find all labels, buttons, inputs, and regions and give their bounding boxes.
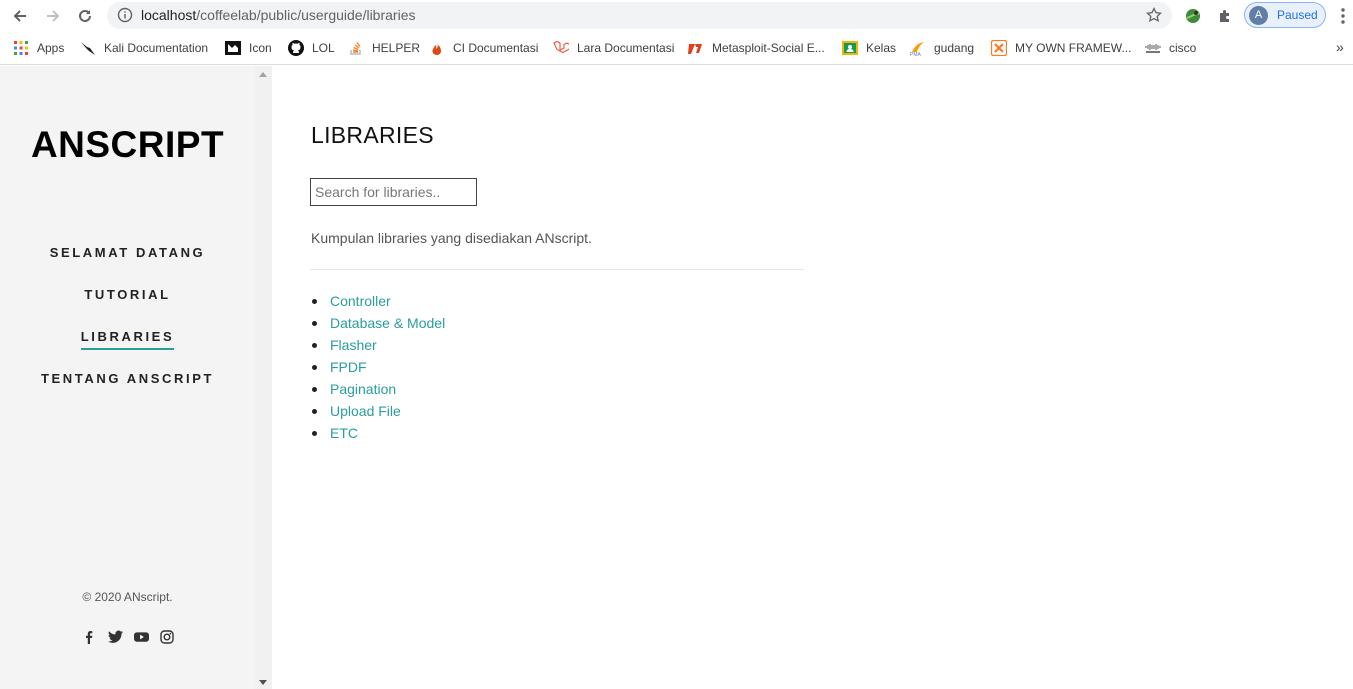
- bookmark-label: HELPER: [372, 41, 421, 55]
- bookmark-cisco[interactable]: cisco: [1145, 38, 1196, 58]
- nav-tutorial[interactable]: TUTORIAL: [0, 286, 255, 328]
- scroll-up-arrow-icon[interactable]: [259, 72, 267, 77]
- browser-menu-icon[interactable]: [1334, 6, 1352, 26]
- apps-grid-icon: [13, 40, 29, 56]
- extensions-puzzle-icon[interactable]: [1215, 6, 1235, 26]
- vpn-extension-icon[interactable]: [1183, 6, 1203, 26]
- library-link-database-model[interactable]: Database & Model: [330, 315, 445, 331]
- library-link-etc[interactable]: ETC: [330, 425, 358, 441]
- bookmark-lol[interactable]: LOL: [288, 38, 335, 58]
- avatar: A: [1249, 6, 1268, 25]
- url-host: localhost: [141, 7, 197, 23]
- bookmark-kelas[interactable]: Kelas: [842, 38, 896, 58]
- list-item: FPDF: [311, 358, 445, 380]
- nav-label: TUTORIAL: [84, 287, 171, 302]
- bookmark-kali-documentation[interactable]: Kali Documentation: [80, 38, 208, 58]
- page-title: LIBRARIES: [311, 122, 434, 148]
- list-item: Pagination: [311, 380, 445, 402]
- forward-button[interactable]: [41, 4, 65, 28]
- reload-icon: [79, 9, 91, 22]
- bookmark-label: Lara Documentasi: [577, 41, 675, 55]
- bookmark-label: gudang: [934, 41, 975, 55]
- back-arrow-icon: [13, 10, 26, 22]
- svg-text:PMA: PMA: [910, 52, 922, 56]
- nav-label: LIBRARIES: [80, 328, 175, 350]
- icon-site-icon: [225, 40, 241, 56]
- bookmark-apps[interactable]: Apps: [13, 38, 64, 58]
- library-link-flasher[interactable]: Flasher: [330, 337, 377, 353]
- bookmark-lara-documentasi[interactable]: Lara Documentasi: [553, 38, 674, 58]
- url-text: localhost/coffeelab/public/userguide/lib…: [141, 7, 415, 23]
- bookmark-ci-documentasi[interactable]: CI Documentasi: [429, 38, 538, 58]
- metasploit-icon: [688, 40, 704, 56]
- bookmark-label: MY OWN FRAMEW...: [1015, 41, 1132, 55]
- bookmark-gudang[interactable]: PMA gudang: [910, 38, 974, 58]
- sidebar-nav: SELAMAT DATANG TUTORIAL LIBRARIES TENTAN…: [0, 244, 255, 412]
- list-item: Database & Model: [311, 314, 445, 336]
- web-page: ANSCRIPT SELAMAT DATANG TUTORIAL LIBRARI…: [0, 66, 1353, 689]
- bookmark-label: CI Documentasi: [453, 41, 539, 55]
- bookmark-label: Kelas: [866, 41, 897, 55]
- divider: [310, 269, 804, 270]
- bookmark-icon[interactable]: Icon: [225, 38, 272, 58]
- bookmark-my-own-framew[interactable]: MY OWN FRAMEW...: [991, 38, 1131, 58]
- main-content: LIBRARIES Kumpulan libraries yang disedi…: [272, 66, 1353, 689]
- sidebar-scrollbar[interactable]: [255, 66, 272, 689]
- sidebar: ANSCRIPT SELAMAT DATANG TUTORIAL LIBRARI…: [0, 66, 255, 689]
- github-icon: [288, 40, 304, 56]
- reload-button[interactable]: [73, 4, 97, 28]
- browser-toolbar: localhost/coffeelab/public/userguide/lib…: [0, 0, 1353, 32]
- intro-text: Kumpulan libraries yang disediakan ANscr…: [311, 230, 592, 246]
- nav-libraries[interactable]: LIBRARIES: [0, 328, 255, 370]
- bookmark-metasploit-social-e[interactable]: Metasploit-Social E...: [688, 38, 825, 58]
- library-link-pagination[interactable]: Pagination: [330, 381, 396, 397]
- cisco-icon: [1145, 40, 1161, 56]
- social-links: [81, 629, 175, 645]
- bookmark-label: Icon: [249, 41, 272, 55]
- bookmarks-overflow-icon[interactable]: »: [1336, 39, 1344, 55]
- libraries-list: Controller Database & Model Flasher FPDF…: [311, 292, 445, 446]
- bookmark-helper[interactable]: HELPER: [348, 38, 420, 58]
- facebook-icon[interactable]: [81, 629, 97, 645]
- library-link-fpdf[interactable]: FPDF: [330, 359, 367, 375]
- bookmark-label: Kali Documentation: [104, 41, 209, 55]
- list-item: Flasher: [311, 336, 445, 358]
- phpmyadmin-icon: PMA: [910, 40, 926, 56]
- laravel-icon: [553, 40, 569, 56]
- copyright-text: © 2020 ANscript.: [82, 590, 173, 604]
- bookmark-label: LOL: [312, 41, 335, 55]
- bookmarks-bar: Apps Kali Documentation Icon LOL HELPER …: [0, 32, 1353, 65]
- stackoverflow-icon: [348, 40, 364, 56]
- back-button[interactable]: [8, 4, 32, 28]
- site-info-icon[interactable]: [117, 7, 133, 28]
- nav-label: SELAMAT DATANG: [49, 245, 206, 260]
- xampp-icon: [991, 40, 1007, 56]
- kali-dragon-icon: [80, 40, 96, 56]
- profile-button[interactable]: A Paused: [1244, 2, 1326, 28]
- bookmark-star-icon[interactable]: [1146, 6, 1162, 28]
- twitter-icon[interactable]: [107, 629, 123, 645]
- forward-arrow-icon: [47, 10, 60, 22]
- search-input[interactable]: [310, 178, 477, 206]
- classroom-icon: [842, 40, 858, 56]
- list-item: ETC: [311, 424, 445, 446]
- brand-logo[interactable]: ANSCRIPT: [0, 124, 255, 166]
- list-item: Upload File: [311, 402, 445, 424]
- list-item: Controller: [311, 292, 445, 314]
- profile-status: Paused: [1277, 8, 1318, 22]
- bookmark-label: Metasploit-Social E...: [712, 41, 825, 55]
- codeigniter-icon: [429, 40, 445, 56]
- scroll-down-arrow-icon[interactable]: [259, 680, 267, 685]
- nav-label: TENTANG ANSCRIPT: [40, 371, 215, 386]
- instagram-icon[interactable]: [159, 629, 175, 645]
- url-path: /coffeelab/public/userguide/libraries: [196, 7, 416, 23]
- youtube-icon[interactable]: [133, 629, 149, 645]
- bookmark-label: cisco: [1169, 41, 1197, 55]
- bookmark-label: Apps: [37, 41, 65, 55]
- library-link-upload-file[interactable]: Upload File: [330, 403, 401, 419]
- nav-tentang-anscript[interactable]: TENTANG ANSCRIPT: [0, 370, 255, 412]
- address-bar[interactable]: localhost/coffeelab/public/userguide/lib…: [107, 2, 1172, 29]
- library-link-controller[interactable]: Controller: [330, 293, 391, 309]
- nav-selamat-datang[interactable]: SELAMAT DATANG: [0, 244, 255, 286]
